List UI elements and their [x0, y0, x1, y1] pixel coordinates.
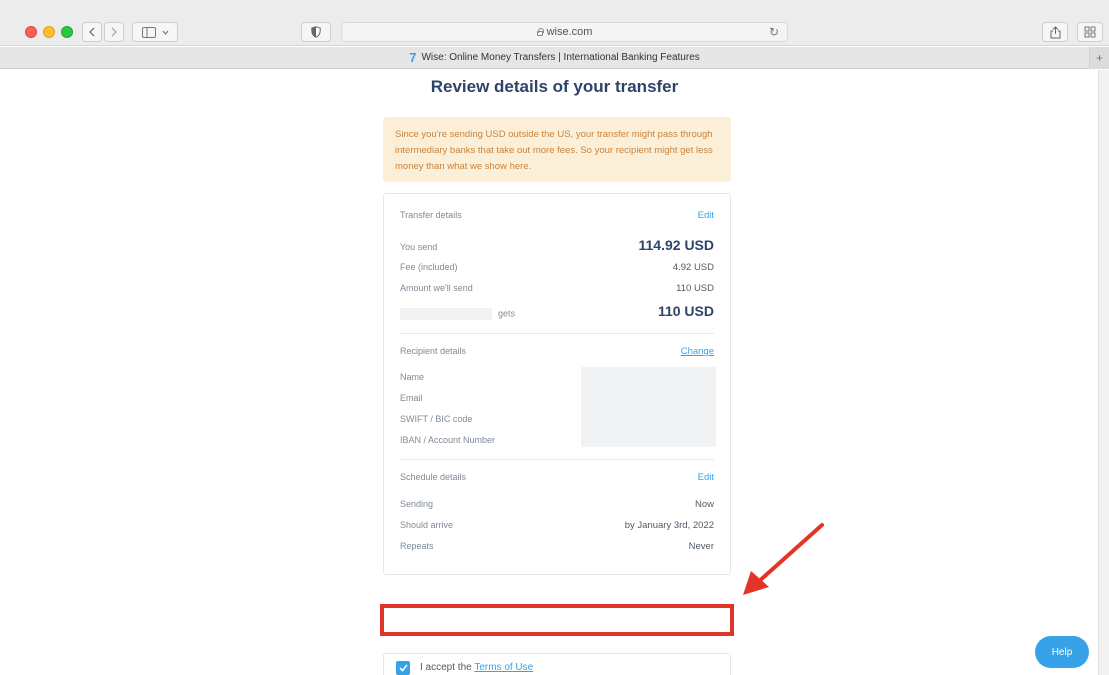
swift-label: SWIFT / BIC code: [400, 414, 473, 424]
recipient-gets-label: gets: [400, 307, 516, 320]
checkmark-icon: [398, 664, 408, 672]
tab-title[interactable]: Wise: Online Money Transfers | Internati…: [421, 52, 699, 63]
close-window-button[interactable]: [25, 26, 37, 38]
sending-value: Now: [694, 499, 714, 510]
terms-acceptance-row: I accept the Terms of Use: [383, 653, 731, 675]
highlighted-empty-field[interactable]: [380, 604, 734, 636]
fee-label: Fee (included): [400, 262, 458, 272]
section-divider: [400, 333, 714, 334]
transfer-details-heading: Transfer details: [400, 210, 462, 220]
sending-row: Sending Now: [400, 499, 714, 510]
sidebar-icon: [141, 26, 156, 38]
help-button[interactable]: Help: [1035, 636, 1089, 668]
fee-value: 4.92 USD: [672, 262, 714, 273]
sending-label: Sending: [400, 499, 434, 509]
repeats-label: Repeats: [400, 541, 434, 551]
redacted-recipient-details: [581, 367, 716, 447]
repeats-value: Never: [688, 541, 714, 552]
lock-icon: [536, 27, 544, 36]
tab-overview-button[interactable]: [1077, 22, 1103, 42]
wise-logo-icon: 7: [409, 50, 417, 65]
forward-icon: [111, 27, 117, 37]
arrow-annotation-icon: [743, 523, 824, 595]
amount-row: Amount we'll send 110 USD: [400, 283, 714, 294]
reload-icon[interactable]: ↻: [769, 25, 779, 39]
you-send-label: You send: [400, 242, 438, 252]
terms-prefix: I accept the: [420, 662, 472, 673]
schedule-details-header: Schedule details Edit: [400, 472, 714, 483]
repeats-row: Repeats Never: [400, 541, 714, 552]
you-send-row: You send 114.92 USD: [400, 237, 714, 253]
terms-of-use-link[interactable]: Terms of Use: [474, 662, 533, 673]
page-title: Review details of your transfer: [430, 77, 679, 96]
zoom-window-button[interactable]: [61, 26, 73, 38]
forward-button[interactable]: [104, 22, 124, 42]
edit-transfer-link[interactable]: Edit: [698, 210, 714, 221]
shield-icon: [311, 26, 321, 38]
terms-label: I accept the Terms of Use: [420, 662, 533, 673]
sidebar-toggle-button[interactable]: [132, 22, 178, 42]
iban-label: IBAN / Account Number: [400, 435, 496, 445]
address-url: wise.com: [546, 26, 593, 38]
recipient-name-label: Name: [400, 372, 425, 382]
share-button[interactable]: [1042, 22, 1068, 42]
recipient-gets-value: 110 USD: [657, 303, 714, 319]
recipient-email-label: Email: [400, 393, 423, 403]
share-icon: [1050, 25, 1060, 38]
redacted-recipient-name: [400, 307, 492, 320]
arrival-row: Should arrive by January 3rd, 2022: [400, 520, 714, 531]
amount-value: 110 USD: [676, 283, 714, 294]
privacy-report-button[interactable]: [301, 22, 331, 42]
address-bar[interactable]: wise.com ↻: [341, 22, 788, 42]
back-icon: [89, 27, 95, 37]
terms-checkbox[interactable]: [396, 661, 410, 675]
fee-row: Fee (included) 4.92 USD: [400, 262, 714, 273]
tab-bar: 7 Wise: Online Money Transfers | Interna…: [0, 47, 1109, 69]
change-recipient-link[interactable]: Change: [681, 346, 714, 357]
recipient-gets-row: gets 110 USD: [400, 303, 714, 320]
browser-toolbar: wise.com ↻: [0, 0, 1109, 46]
back-button[interactable]: [82, 22, 102, 42]
transfer-details-header: Transfer details Edit: [400, 210, 714, 221]
schedule-details-heading: Schedule details: [400, 472, 467, 482]
amount-label: Amount we'll send: [400, 283, 473, 293]
arrival-value: by January 3rd, 2022: [624, 520, 714, 531]
chevron-down-icon: [162, 30, 168, 35]
transfer-review-card: Transfer details Edit You send 114.92 US…: [383, 193, 731, 575]
recipient-details-header: Recipient details Change: [400, 346, 714, 357]
intermediary-fee-warning: Since you're sending USD outside the US,…: [383, 117, 731, 182]
tabs-icon: [1084, 26, 1096, 38]
recipient-details-heading: Recipient details: [400, 346, 467, 356]
scrollbar[interactable]: [1098, 70, 1109, 675]
edit-schedule-link[interactable]: Edit: [698, 472, 714, 483]
arrival-label: Should arrive: [400, 520, 454, 530]
you-send-value: 114.92 USD: [638, 237, 715, 253]
new-tab-button[interactable]: +: [1089, 47, 1109, 69]
gets-text: gets: [498, 308, 516, 318]
section-divider: [400, 459, 714, 460]
minimize-window-button[interactable]: [43, 26, 55, 38]
